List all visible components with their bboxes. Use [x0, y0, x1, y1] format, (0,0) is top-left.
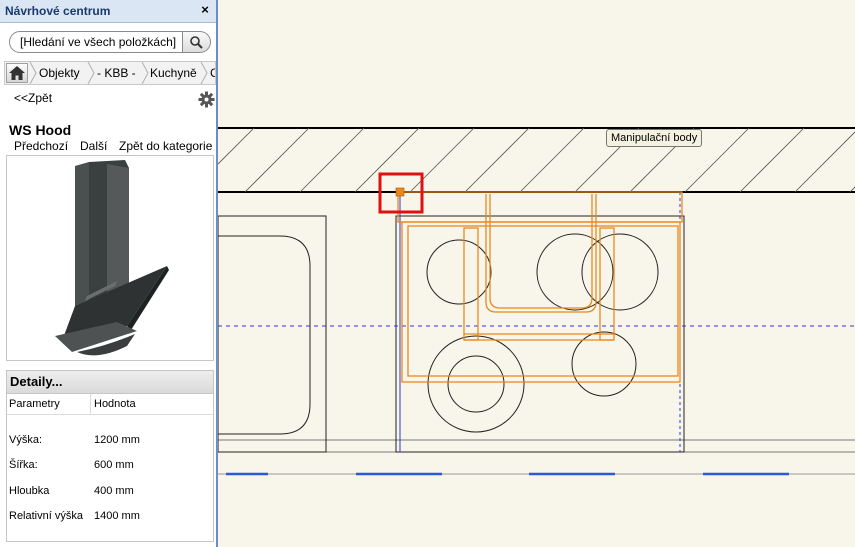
param-name: Relativní výška: [9, 510, 83, 522]
param-name: Šířka:: [9, 459, 38, 471]
panel-title: Návrhové centrum: [5, 4, 111, 18]
param-value: 1400 mm: [94, 510, 140, 522]
search-button[interactable]: [183, 31, 211, 53]
param-name: Výška:: [9, 434, 43, 446]
breadcrumb-item-kbb[interactable]: - KBB -: [97, 66, 136, 80]
next-link[interactable]: Další: [80, 139, 107, 153]
sink-outline: [217, 215, 327, 453]
home-icon: [9, 66, 25, 80]
item-title: WS Hood: [9, 122, 72, 138]
param-value: 600 mm: [94, 459, 134, 471]
param-value: 400 mm: [94, 485, 134, 497]
param-row: Šířka: 600 mm: [7, 458, 213, 476]
param-row: Výška: 1200 mm: [7, 433, 213, 451]
search-input[interactable]: [9, 31, 183, 53]
details-title: Detaily...: [10, 374, 63, 389]
tooltip: Manipulační body: [606, 129, 703, 147]
back-link[interactable]: <<Zpět: [14, 91, 52, 105]
breadcrumb-separator-icon: [200, 62, 208, 84]
design-center-panel: Návrhové centrum × Objekty - KBB - Kuchy…: [0, 0, 218, 547]
details-panel: Detaily... Parametry Hodnota Výška: 1200…: [6, 370, 214, 542]
item-preview[interactable]: [6, 155, 214, 361]
breadcrumb-item-kitchen[interactable]: Kuchyně: [150, 66, 197, 80]
previous-link[interactable]: Předchozí: [14, 139, 68, 153]
param-value: 1200 mm: [94, 434, 140, 446]
gear-icon[interactable]: [198, 91, 215, 108]
param-row: Hloubka 400 mm: [7, 484, 213, 502]
back-to-category-link[interactable]: Zpět do kategorie: [119, 139, 212, 153]
close-button[interactable]: ×: [197, 2, 213, 18]
column-header-value: Hodnota: [94, 398, 136, 410]
column-divider: [90, 394, 91, 414]
param-name: Hloubka: [9, 485, 50, 497]
search-box: [9, 31, 211, 53]
param-row: Relativní výška 1400 mm: [7, 509, 213, 527]
manipulation-handle[interactable]: [395, 187, 405, 197]
breadcrumb-separator-icon: [29, 62, 37, 84]
breadcrumb-separator-icon: [141, 62, 149, 84]
magnifier-icon: [190, 36, 203, 49]
breadcrumb-separator-icon: [87, 62, 95, 84]
breadcrumb-item-objects[interactable]: Objekty: [39, 66, 80, 80]
countertop-lines: [218, 439, 855, 475]
column-header-parameters: Parametry: [9, 398, 60, 410]
wall-hatch: [218, 127, 855, 193]
home-button[interactable]: [6, 63, 28, 83]
guide-lines: [218, 192, 855, 452]
details-header[interactable]: Detaily...: [7, 371, 213, 394]
hood-preview-image: [55, 160, 169, 356]
details-column-headers: Parametry Hodnota: [7, 394, 213, 415]
breadcrumb-item-next[interactable]: C: [210, 66, 215, 80]
breadcrumb: Objekty - KBB - Kuchyně C: [4, 61, 216, 85]
panel-titlebar: Návrhové centrum ×: [0, 0, 216, 23]
